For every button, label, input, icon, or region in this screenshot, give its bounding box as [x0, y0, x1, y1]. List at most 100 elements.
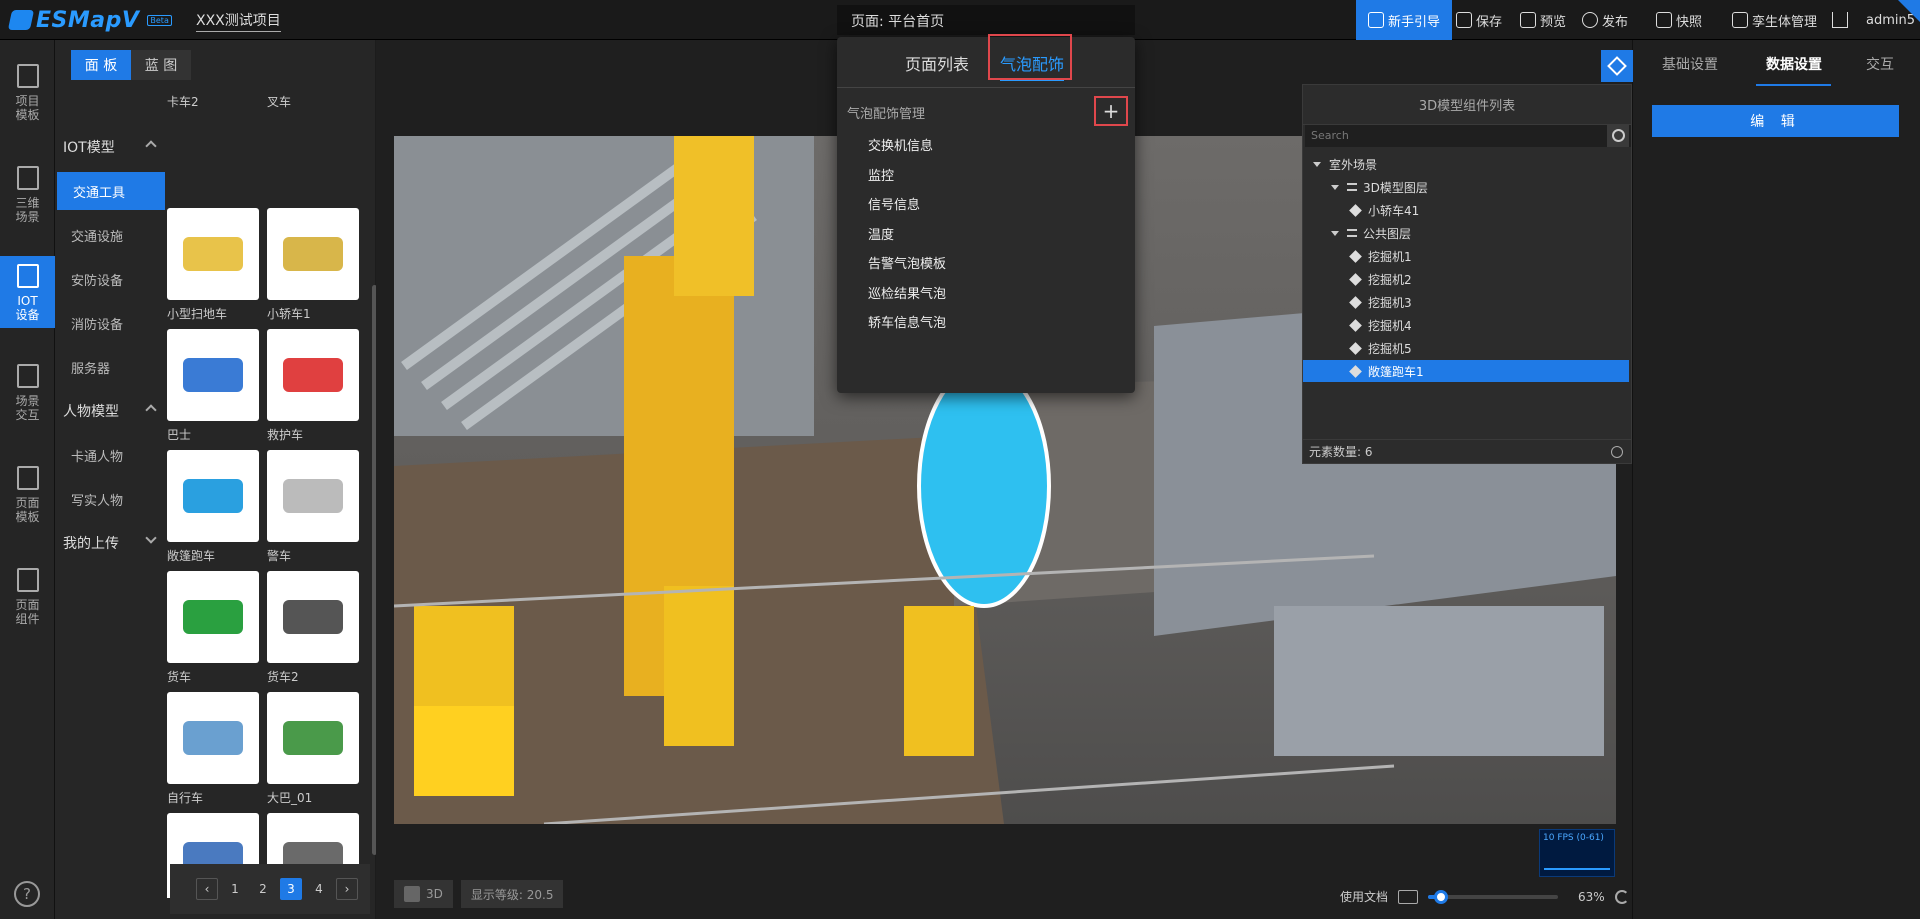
cube-icon — [16, 264, 39, 288]
bubble-item[interactable]: 巡检结果气泡 — [868, 283, 946, 302]
asset-thumbnail — [167, 208, 259, 300]
tree-node[interactable]: 挖掘机4 — [1303, 314, 1629, 336]
category-item[interactable]: 交通工具 — [57, 172, 165, 210]
model-cube-icon — [1349, 341, 1362, 355]
caret-down-icon[interactable] — [1331, 230, 1339, 236]
save-button[interactable]: 保存 — [1456, 0, 1502, 40]
asset-card[interactable]: 小型扫地车 — [167, 208, 259, 322]
asset-card[interactable]: 叉车 — [267, 88, 359, 110]
asset-card[interactable]: 巴士 — [167, 329, 259, 443]
tab-basic-settings[interactable]: 基础设置 — [1662, 54, 1718, 74]
page-4[interactable]: 4 — [308, 878, 330, 900]
nav-page-component[interactable]: 页面 组件 — [0, 554, 55, 654]
page-2[interactable]: 2 — [252, 878, 274, 900]
asset-label: 大巴_01 — [267, 791, 313, 805]
snapshot-button[interactable]: 快照 — [1656, 0, 1702, 40]
docs-link[interactable]: 使用文档 — [1340, 888, 1388, 905]
caret-down-icon[interactable] — [1331, 184, 1339, 190]
reset-zoom-icon[interactable] — [1614, 889, 1629, 904]
category-label: 我的上传 — [63, 536, 119, 552]
category-item[interactable]: 消防设备 — [55, 304, 165, 342]
asset-card[interactable]: 警车 — [267, 450, 359, 564]
category-label: 安防设备 — [71, 273, 124, 289]
download-button[interactable] — [1832, 0, 1848, 40]
asset-card[interactable]: 小轿车1 — [267, 208, 359, 322]
bubble-item[interactable]: 轿车信息气泡 — [868, 312, 946, 331]
tab-page-list[interactable]: 页面列表 — [905, 51, 969, 75]
publish-button[interactable]: 发布 — [1582, 0, 1628, 40]
vehicle-model-icon — [183, 358, 243, 392]
tree-node-label: 挖掘机1 — [1368, 249, 1412, 264]
tree-node[interactable]: 挖掘机5 — [1303, 337, 1629, 359]
asset-card[interactable]: 自行车 — [167, 692, 259, 806]
category-item[interactable]: 人物模型 — [55, 392, 165, 430]
category-item[interactable]: 交通设施 — [55, 216, 165, 254]
viewport-bottom-bar: 3D 显示等级: 20.5 — [394, 880, 564, 910]
tab-data-settings[interactable]: 数据设置 — [1756, 54, 1831, 86]
nav-iot-device[interactable]: IOT 设备 — [0, 256, 55, 328]
asset-card[interactable]: 货车2 — [267, 571, 359, 685]
tree-node[interactable]: 挖掘机1 — [1303, 245, 1629, 267]
nav-project-template[interactable]: 项目 模板 — [0, 50, 55, 150]
twin-manage-button[interactable]: 孪生体管理 — [1732, 0, 1817, 40]
tree-node[interactable]: 室外场景 — [1303, 153, 1629, 175]
page-selector[interactable]: 页面: 平台首页 — [837, 5, 1135, 35]
asset-card[interactable]: 货车 — [167, 571, 259, 685]
category-item[interactable]: 卡通人物 — [55, 436, 165, 474]
bubble-item[interactable]: 告警气泡模板 — [868, 253, 946, 272]
tree-node[interactable]: 3D模型图层 — [1303, 176, 1629, 198]
category-item[interactable]: 服务器 — [55, 348, 165, 386]
caret-down-icon[interactable] — [1313, 161, 1321, 167]
category-item[interactable]: 写实人物 — [55, 480, 165, 518]
layers-button[interactable] — [1601, 50, 1633, 82]
nav-3d-scene[interactable]: 三维 场景 — [0, 152, 55, 252]
layers-icon — [1607, 56, 1627, 76]
asset-card[interactable]: 大巴_01 — [267, 692, 359, 806]
guide-button[interactable]: 新手引导 — [1356, 0, 1453, 40]
page-3[interactable]: 3 — [280, 878, 302, 900]
tree-node[interactable]: 挖掘机2 — [1303, 268, 1629, 290]
asset-card[interactable]: 救护车 — [267, 329, 359, 443]
camera-icon — [1520, 12, 1536, 28]
category-label: 写实人物 — [71, 493, 124, 509]
help-icon[interactable]: ? — [14, 881, 40, 907]
bubble-item[interactable]: 交换机信息 — [868, 135, 933, 154]
chevron-down-icon[interactable] — [145, 532, 157, 544]
asset-card[interactable]: 卡车2 — [167, 88, 259, 110]
vehicle-model-icon — [183, 479, 243, 513]
zoom-slider[interactable] — [1428, 889, 1559, 904]
3d-mode-button[interactable]: 3D — [394, 880, 453, 908]
zoom-slider-knob[interactable] — [1434, 889, 1449, 904]
tree-node[interactable]: 挖掘机3 — [1303, 291, 1629, 313]
chevron-up-icon[interactable] — [145, 140, 157, 152]
tree-node[interactable]: 公共图层 — [1303, 222, 1629, 244]
prev-page-button[interactable]: ‹ — [196, 878, 218, 900]
vehicle-model-icon — [283, 237, 343, 271]
search-icon[interactable] — [1607, 125, 1629, 147]
tab-blueprint[interactable]: 蓝 图 — [131, 50, 191, 80]
category-item[interactable]: IOT模型 — [55, 128, 165, 166]
tree-search-input[interactable]: Search — [1305, 125, 1631, 147]
next-page-button[interactable]: › — [336, 878, 358, 900]
nav-page-template[interactable]: 页面 模板 — [0, 452, 55, 552]
chevron-up-icon[interactable] — [145, 404, 157, 416]
nav-label: 三维 场景 — [15, 196, 40, 224]
page-1[interactable]: 1 — [224, 878, 246, 900]
tree-node[interactable]: 敞篷跑车1 — [1303, 360, 1629, 382]
category-item[interactable]: 安防设备 — [55, 260, 165, 298]
asset-card[interactable]: 敞篷跑车 — [167, 450, 259, 564]
tree-node[interactable]: 小轿车41 — [1303, 199, 1629, 221]
keyboard-icon[interactable] — [1398, 889, 1419, 904]
bubble-item[interactable]: 监控 — [868, 165, 894, 184]
popup-divider — [837, 87, 1135, 88]
preview-button[interactable]: 预览 — [1520, 0, 1566, 40]
project-name[interactable]: XXX测试项目 — [196, 10, 281, 32]
tab-interaction[interactable]: 交互 — [1866, 54, 1894, 74]
bubble-item[interactable]: 信号信息 — [868, 194, 920, 213]
edit-button[interactable]: 编 辑 — [1652, 105, 1899, 137]
category-item[interactable]: 我的上传 — [55, 524, 165, 562]
nav-scene-interaction[interactable]: 场景 交互 — [0, 350, 55, 450]
tab-panel[interactable]: 面 板 — [71, 50, 131, 80]
collapse-icon[interactable] — [1611, 446, 1623, 458]
bubble-item[interactable]: 温度 — [868, 224, 894, 243]
